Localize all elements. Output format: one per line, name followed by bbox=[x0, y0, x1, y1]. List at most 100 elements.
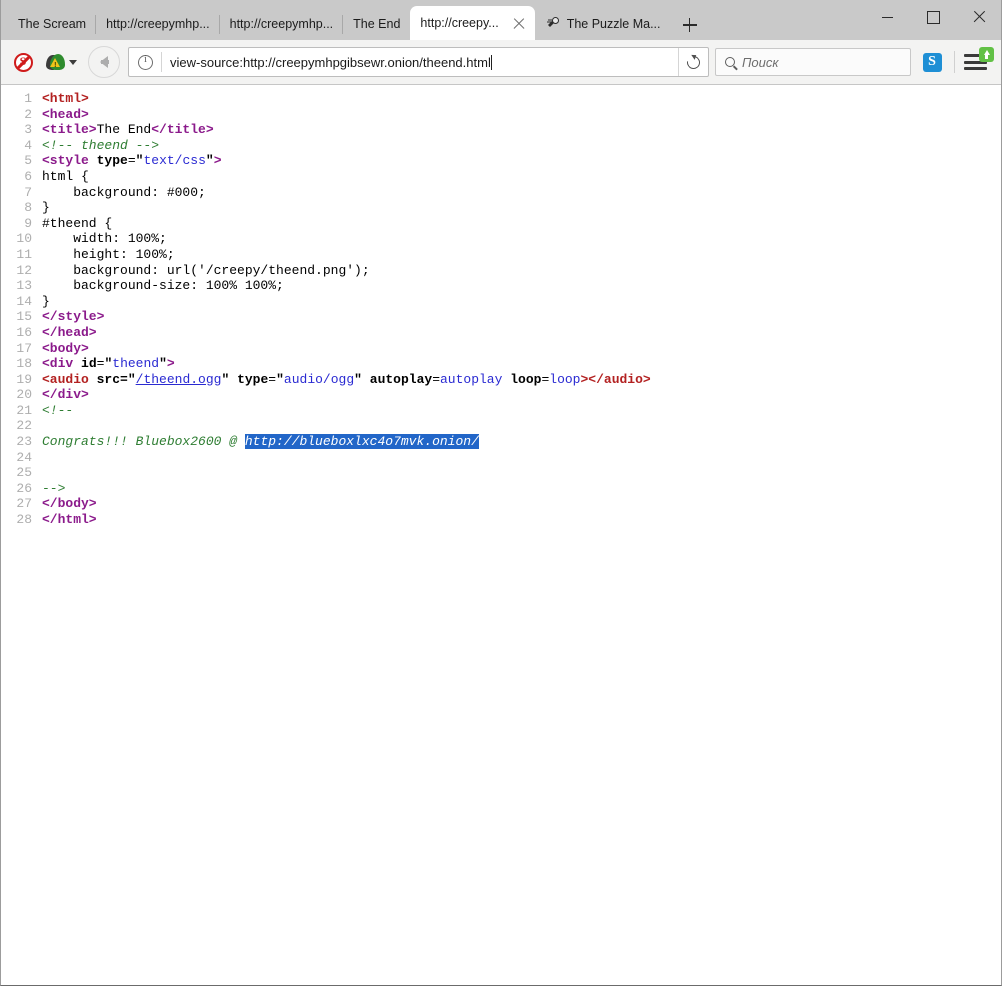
source-line: 23Congrats!!! Bluebox2600 @ http://blueb… bbox=[0, 434, 1002, 450]
line-number: 26 bbox=[0, 481, 32, 497]
source-line: 20</div> bbox=[0, 387, 1002, 403]
reload-button[interactable] bbox=[678, 48, 708, 76]
code-token: type bbox=[97, 153, 128, 168]
source-line: 11 height: 100%; bbox=[0, 247, 1002, 263]
address-bar-value: view-source:http://creepymhpgibsewr.onio… bbox=[170, 55, 491, 70]
code-token: html { bbox=[42, 169, 89, 184]
code-token bbox=[362, 372, 370, 387]
toolbar-divider bbox=[954, 51, 955, 73]
browser-tab[interactable]: http://creepy... bbox=[410, 6, 534, 40]
code-token: " bbox=[276, 372, 284, 387]
browser-tab[interactable]: The End bbox=[343, 8, 410, 40]
source-line: 21<!-- bbox=[0, 403, 1002, 419]
onion-warning-icon: ! bbox=[46, 53, 66, 71]
code-token: autoplay bbox=[370, 372, 432, 387]
browser-window: The Scream http://creepymhp... http://cree… bbox=[0, 0, 1002, 986]
code-token: } bbox=[42, 294, 50, 309]
tab-label: http://creepymhp... bbox=[230, 17, 334, 31]
skype-icon: S bbox=[923, 53, 942, 72]
selected-text[interactable]: http://blueboxlxc4o7mvk.onion/ bbox=[245, 434, 479, 449]
new-tab-button[interactable] bbox=[675, 10, 705, 40]
line-number: 3 bbox=[0, 122, 32, 138]
code-token bbox=[89, 153, 97, 168]
code-token: src=" bbox=[97, 372, 136, 387]
source-line: 4<!-- theend --> bbox=[0, 138, 1002, 154]
browser-tab[interactable]: The Scream bbox=[8, 8, 96, 40]
source-line: 17<body> bbox=[0, 341, 1002, 357]
line-number: 28 bbox=[0, 512, 32, 528]
code-token: id bbox=[81, 356, 97, 371]
source-line: 7 background: #000; bbox=[0, 185, 1002, 201]
line-number: 7 bbox=[0, 185, 32, 201]
code-token: " bbox=[159, 356, 167, 371]
update-available-badge bbox=[979, 47, 994, 62]
line-number: 12 bbox=[0, 263, 32, 279]
app-menu-button[interactable] bbox=[962, 47, 992, 77]
noscript-button[interactable]: S bbox=[8, 47, 38, 77]
source-line: 19<audio src="/theend.ogg" type="audio/o… bbox=[0, 372, 1002, 388]
code-token: </body> bbox=[42, 496, 97, 511]
reload-icon bbox=[684, 53, 702, 71]
address-bar[interactable]: view-source:http://creepymhpgibsewr.onio… bbox=[128, 47, 709, 77]
page-info-icon[interactable] bbox=[138, 55, 153, 70]
line-number: 5 bbox=[0, 153, 32, 169]
line-number: 19 bbox=[0, 372, 32, 388]
code-token: > bbox=[214, 153, 222, 168]
hamburger-menu-icon bbox=[964, 51, 990, 73]
text-cursor bbox=[491, 55, 492, 70]
skype-button[interactable]: S bbox=[917, 47, 947, 77]
line-number: 13 bbox=[0, 278, 32, 294]
tab-label: The Puzzle Ma... bbox=[567, 17, 661, 31]
code-token: <head> bbox=[42, 107, 89, 122]
source-line: 18<div id="theend"> bbox=[0, 356, 1002, 372]
browser-tab[interactable]: http://creepymhp... bbox=[220, 8, 344, 40]
code-token: loop bbox=[510, 372, 541, 387]
tab-strip: The Scream http://creepymhp... http://cree… bbox=[0, 0, 1002, 40]
maximize-button[interactable] bbox=[910, 0, 956, 34]
source-line: 9#theend { bbox=[0, 216, 1002, 232]
puzzle-icon bbox=[545, 16, 561, 32]
code-token: --> bbox=[42, 481, 65, 496]
code-token: height: 100%; bbox=[42, 247, 175, 262]
browser-tab[interactable]: The Puzzle Ma... bbox=[535, 8, 671, 40]
line-number: 24 bbox=[0, 450, 32, 466]
code-token: </html> bbox=[42, 512, 97, 527]
tab-close-icon[interactable] bbox=[509, 13, 529, 33]
tab-label: The Scream bbox=[18, 17, 86, 31]
back-arrow-icon bbox=[100, 56, 108, 68]
line-number: 9 bbox=[0, 216, 32, 232]
view-source-content[interactable]: 1<html>2<head>3<title>The End</title>4<!… bbox=[0, 85, 1002, 986]
code-token: type bbox=[237, 372, 268, 387]
search-input-placeholder[interactable]: Поиск bbox=[742, 55, 779, 70]
code-token: background-size: 100% 100%; bbox=[42, 278, 284, 293]
source-line: 25 bbox=[0, 465, 1002, 481]
line-number: 23 bbox=[0, 434, 32, 450]
line-number: 25 bbox=[0, 465, 32, 481]
torbutton-button[interactable]: ! bbox=[42, 47, 80, 77]
source-code-listing: 1<html>2<head>3<title>The End</title>4<!… bbox=[0, 91, 1002, 528]
source-line: 8} bbox=[0, 200, 1002, 216]
code-token: background: url('/creepy/theend.png'); bbox=[42, 263, 370, 278]
minimize-button[interactable] bbox=[864, 0, 910, 34]
source-line: 3<title>The End</title> bbox=[0, 122, 1002, 138]
code-token: <body> bbox=[42, 341, 89, 356]
back-button[interactable] bbox=[88, 46, 120, 78]
browser-tab[interactable]: http://creepymhp... bbox=[96, 8, 220, 40]
tab-label: http://creepy... bbox=[420, 16, 502, 30]
close-window-button[interactable] bbox=[956, 0, 1002, 34]
source-line: 22 bbox=[0, 418, 1002, 434]
code-token: autoplay bbox=[440, 372, 502, 387]
code-token: " bbox=[206, 153, 214, 168]
source-line: 6html { bbox=[0, 169, 1002, 185]
search-icon bbox=[725, 57, 735, 67]
source-line: 26 --> bbox=[0, 481, 1002, 497]
source-line: 28 </html> bbox=[0, 512, 1002, 528]
line-number: 14 bbox=[0, 294, 32, 310]
search-bar[interactable]: Поиск bbox=[715, 48, 911, 76]
code-token: </div> bbox=[42, 387, 89, 402]
source-line: 14} bbox=[0, 294, 1002, 310]
address-bar-input[interactable]: view-source:http://creepymhpgibsewr.onio… bbox=[162, 55, 678, 70]
source-link[interactable]: /theend.ogg bbox=[136, 372, 222, 387]
source-line: 15</style> bbox=[0, 309, 1002, 325]
line-number: 11 bbox=[0, 247, 32, 263]
